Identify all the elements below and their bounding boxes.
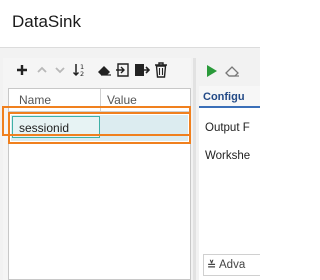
column-header-name[interactable]: Name — [19, 93, 51, 107]
title-bar: DataSink — [0, 0, 260, 48]
table-row[interactable]: sessionid — [8, 112, 191, 144]
config-toolbar — [203, 61, 260, 81]
output-field-label: Output F — [205, 122, 250, 134]
configuration-panel: Configu Output F Workshe ≚ Adva — [199, 58, 260, 280]
grid-header: Name Value — [9, 89, 190, 112]
name-cell[interactable]: sessionid — [12, 116, 100, 138]
worksheet-field-label: Workshe — [205, 150, 251, 162]
advanced-label: Adva — [219, 259, 246, 271]
eraser-icon[interactable] — [95, 61, 113, 79]
delete-icon[interactable] — [152, 61, 170, 79]
column-header-value[interactable]: Value — [107, 93, 137, 107]
svg-text:2: 2 — [80, 70, 84, 78]
import-icon[interactable] — [114, 61, 132, 79]
configuration-body: Output F Workshe ≚ Adva — [199, 108, 260, 280]
grid-toolbar: 1 2 — [9, 58, 191, 84]
move-up-icon[interactable] — [33, 61, 51, 79]
tab-configuration[interactable]: Configu — [199, 86, 260, 108]
move-down-icon[interactable] — [51, 61, 69, 79]
export-icon[interactable] — [133, 61, 151, 79]
parameters-panel: 1 2 Name Value sessionid — [3, 58, 191, 280]
eraser-icon[interactable] — [223, 62, 241, 80]
expand-icon: ≚ — [207, 260, 217, 272]
tab-label: Configu — [203, 91, 245, 103]
parameters-grid: Name Value sessionid — [8, 88, 191, 280]
advanced-expander[interactable]: ≚ Adva — [203, 254, 260, 276]
panel-splitter[interactable] — [193, 58, 196, 280]
content-area: 1 2 Name Value sessionid Configu Output … — [0, 48, 260, 280]
column-divider[interactable] — [100, 89, 101, 111]
add-icon[interactable] — [13, 61, 31, 79]
sort-icon[interactable]: 1 2 — [71, 61, 89, 79]
value-cell[interactable] — [103, 116, 187, 138]
run-icon[interactable] — [203, 62, 221, 80]
window-title: DataSink — [12, 12, 81, 31]
